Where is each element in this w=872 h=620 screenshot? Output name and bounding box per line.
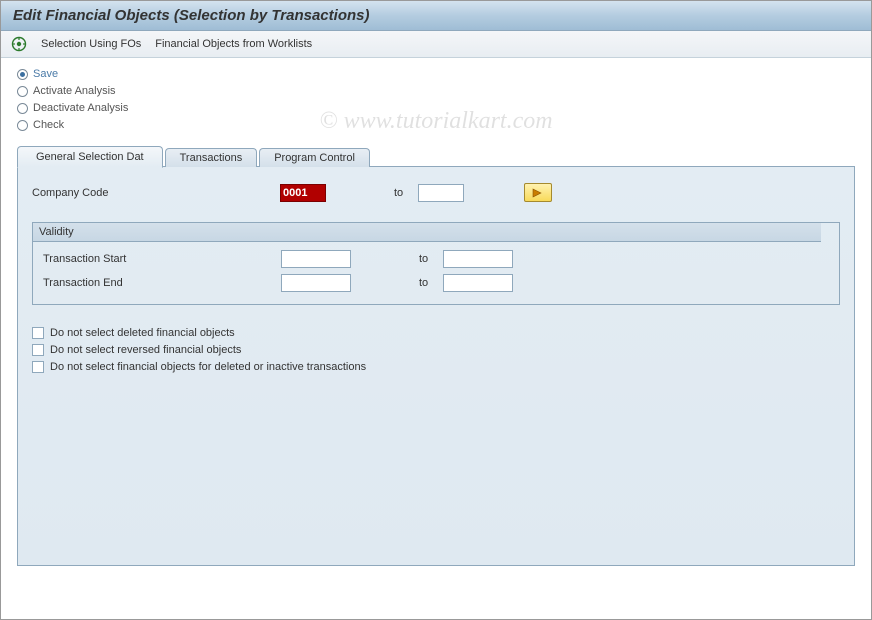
execute-icon[interactable] bbox=[11, 36, 27, 52]
transaction-start-label: Transaction Start bbox=[43, 253, 281, 265]
checkbox-label: Do not select deleted financial objects bbox=[50, 327, 235, 339]
radio-icon bbox=[17, 120, 28, 131]
company-code-from-input[interactable] bbox=[280, 184, 326, 202]
to-label: to bbox=[394, 187, 418, 199]
validity-group: Validity Transaction Start to Transactio… bbox=[32, 222, 840, 305]
transaction-end-row: Transaction End to bbox=[43, 274, 829, 292]
checkbox-label: Do not select financial objects for dele… bbox=[50, 361, 366, 373]
to-label: to bbox=[419, 277, 443, 289]
financial-objects-from-worklists-button[interactable]: Financial Objects from Worklists bbox=[155, 38, 312, 50]
radio-deactivate-analysis[interactable]: Deactivate Analysis bbox=[17, 102, 855, 114]
radio-check[interactable]: Check bbox=[17, 119, 855, 131]
radio-icon bbox=[17, 103, 28, 114]
toolbar: Selection Using FOs Financial Objects fr… bbox=[1, 31, 871, 58]
checkbox-icon[interactable] bbox=[32, 361, 44, 373]
tab-program-control[interactable]: Program Control bbox=[259, 148, 370, 167]
transaction-end-to-input[interactable] bbox=[443, 274, 513, 292]
company-code-row: Company Code to bbox=[32, 183, 840, 202]
radio-label: Save bbox=[33, 68, 58, 80]
transaction-start-from-input[interactable] bbox=[281, 250, 351, 268]
multiple-selection-button[interactable] bbox=[524, 183, 552, 202]
selection-using-fos-button[interactable]: Selection Using FOs bbox=[41, 38, 141, 50]
radio-save[interactable]: Save bbox=[17, 68, 855, 80]
radio-icon bbox=[17, 86, 28, 97]
validity-legend: Validity bbox=[33, 223, 821, 242]
transaction-start-to-input[interactable] bbox=[443, 250, 513, 268]
checkbox-block: Do not select deleted financial objects … bbox=[32, 327, 840, 373]
company-code-to-input[interactable] bbox=[418, 184, 464, 202]
tab-strip: General Selection Dat Transactions Progr… bbox=[17, 146, 855, 167]
to-label: to bbox=[419, 253, 443, 265]
checkbox-icon[interactable] bbox=[32, 344, 44, 356]
transaction-end-from-input[interactable] bbox=[281, 274, 351, 292]
tab-content: Company Code to Validity Transaction Sta… bbox=[17, 166, 855, 566]
tab-transactions[interactable]: Transactions bbox=[165, 148, 258, 167]
radio-activate-analysis[interactable]: Activate Analysis bbox=[17, 85, 855, 97]
radio-label: Check bbox=[33, 119, 64, 131]
radio-label: Deactivate Analysis bbox=[33, 102, 128, 114]
cb-inactive-transactions-row[interactable]: Do not select financial objects for dele… bbox=[32, 361, 840, 373]
action-radio-group: Save Activate Analysis Deactivate Analys… bbox=[1, 58, 871, 146]
page-title: Edit Financial Objects (Selection by Tra… bbox=[1, 1, 871, 31]
cb-reversed-objects-row[interactable]: Do not select reversed financial objects bbox=[32, 344, 840, 356]
radio-label: Activate Analysis bbox=[33, 85, 116, 97]
radio-icon bbox=[17, 69, 28, 80]
checkbox-label: Do not select reversed financial objects bbox=[50, 344, 241, 356]
transaction-start-row: Transaction Start to bbox=[43, 250, 829, 268]
cb-deleted-objects-row[interactable]: Do not select deleted financial objects bbox=[32, 327, 840, 339]
company-code-label: Company Code bbox=[32, 187, 280, 199]
transaction-end-label: Transaction End bbox=[43, 277, 281, 289]
tab-general-selection[interactable]: General Selection Dat bbox=[17, 146, 163, 168]
checkbox-icon[interactable] bbox=[32, 327, 44, 339]
